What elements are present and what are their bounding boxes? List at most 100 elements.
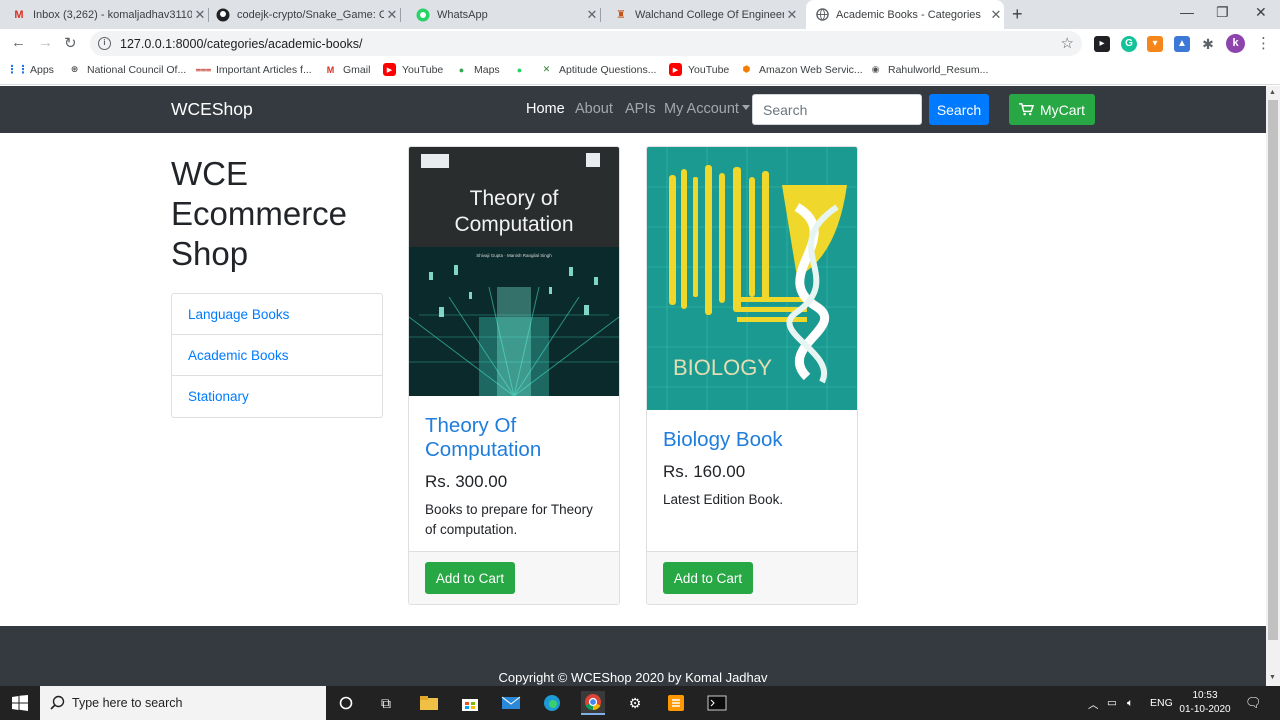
bookmark-apps[interactable]: ⋮⋮ Apps — [7, 63, 54, 77]
minimize-icon[interactable]: — — [1180, 4, 1194, 20]
whatsapp-icon: ● — [516, 64, 523, 75]
forward-icon[interactable]: → — [38, 34, 53, 51]
product-title[interactable]: Theory Of Computation — [425, 414, 603, 462]
edge-icon[interactable] — [540, 691, 564, 715]
windows-start-icon[interactable] — [12, 695, 28, 716]
browser-tab-strip: M Inbox (3,262) - komaljadhav3110 ✕ code… — [0, 0, 1280, 29]
task-view-icon[interactable]: ⧉ — [374, 691, 398, 715]
product-image-toc[interactable]: Theory of Computation Shivaji Gupta · Ma… — [409, 147, 619, 396]
close-icon[interactable]: ✕ — [784, 7, 800, 23]
bookmark-aws[interactable]: ⬢ Amazon Web Servic... — [740, 63, 863, 76]
product-price: Rs. 160.00 — [663, 462, 746, 481]
globe-icon: ◉ — [871, 64, 880, 74]
tab-college[interactable]: ♜ Walchand College Of Engineering ✕ — [614, 0, 800, 29]
bookmark-ncert[interactable]: ⊛ National Council Of... — [68, 63, 187, 76]
add-to-cart-button[interactable]: Add to Cart — [425, 562, 515, 594]
tab-whatsapp[interactable]: WhatsApp ✕ — [416, 0, 601, 29]
cortana-icon[interactable] — [334, 691, 358, 715]
address-bar[interactable]: i 127.0.0.1:8000/categories/academic-boo… — [90, 31, 1082, 56]
chrome-icon[interactable] — [581, 691, 605, 715]
whatsapp-icon — [416, 8, 430, 22]
extensions-puzzle-icon[interactable]: ✱ — [1200, 36, 1216, 52]
product-title[interactable]: Biology Book — [663, 428, 841, 452]
volume-icon[interactable]: 🔈︎ — [1127, 697, 1133, 710]
youtube-icon: ▶ — [383, 63, 396, 76]
bookmark-resume[interactable]: ◉ Rahulworld_Resum... — [869, 63, 989, 76]
terminal-icon[interactable] — [705, 691, 729, 715]
tab-academic-books[interactable]: Academic Books - Categories ✕ — [806, 0, 1004, 29]
site-footer: Copyright © WCEShop 2020 by Komal Jadhav — [0, 626, 1266, 686]
store-icon[interactable] — [458, 691, 482, 715]
product-description: Latest Edition Book. — [663, 492, 784, 507]
mail-icon[interactable] — [499, 691, 523, 715]
close-icon[interactable]: ✕ — [192, 7, 208, 23]
gmail-icon: M — [326, 64, 335, 75]
scroll-up-icon[interactable]: ▲ — [1269, 89, 1276, 96]
grammarly-extension-icon[interactable]: G — [1121, 36, 1137, 52]
close-icon[interactable]: ✕ — [988, 7, 1004, 23]
cover-title: Computation — [454, 213, 573, 236]
nav-about[interactable]: About — [575, 101, 613, 117]
add-to-cart-button[interactable]: Add to Cart — [663, 562, 753, 594]
page-scrollbar[interactable]: ▲ ▼ — [1266, 86, 1280, 686]
reload-icon[interactable]: ↻ — [64, 34, 77, 52]
scroll-down-icon[interactable]: ▼ — [1269, 674, 1276, 681]
notification-icon[interactable]: 🗨︎ — [1245, 695, 1262, 711]
nav-home[interactable]: Home — [526, 101, 565, 117]
tab-gmail[interactable]: M Inbox (3,262) - komaljadhav3110 ✕ — [12, 0, 209, 29]
windows-taskbar: Type here to search ⧉ ⚙ ︿ ▭ 🔈︎ ENG 10:53… — [0, 686, 1280, 720]
bookmark-star-icon[interactable]: ☆ — [1061, 34, 1074, 52]
site-info-icon[interactable]: i — [98, 37, 111, 50]
bookmark-articles[interactable]: ⩶ Important Articles f... — [195, 63, 312, 76]
maps-pin-icon: ● — [458, 64, 465, 75]
product-image-biology[interactable]: BIOLOGY — [647, 147, 857, 410]
site-brand[interactable]: WCEShop — [171, 99, 253, 120]
close-icon[interactable]: ✕ — [384, 7, 400, 23]
product-description: Books to prepare for Theory of computati… — [425, 502, 593, 537]
youtube-icon: ▶ — [669, 63, 682, 76]
close-icon[interactable]: ✕ — [584, 7, 600, 23]
page-heading: WCE Ecommerce Shop — [171, 155, 348, 272]
sublime-icon[interactable] — [664, 691, 688, 715]
extension-icon[interactable]: ▲ — [1174, 36, 1190, 52]
back-icon[interactable]: ← — [11, 34, 26, 51]
taskbar-search-box[interactable]: Type here to search — [40, 686, 326, 720]
tab-github[interactable]: codejk-crypto/Snake_Game: Crea ✕ — [216, 0, 401, 29]
category-stationary[interactable]: Stationary — [172, 376, 382, 417]
settings-gear-icon[interactable]: ⚙ — [623, 691, 647, 715]
cover-title: Theory of — [470, 187, 559, 210]
file-explorer-icon[interactable] — [417, 691, 441, 715]
bookmark-gmail[interactable]: M Gmail — [324, 63, 371, 76]
menu-icon[interactable]: ⋮ — [1256, 34, 1271, 52]
search-input[interactable] — [752, 94, 922, 125]
bookmarks-bar: ⋮⋮ Apps ⊛ National Council Of... ⩶ Importan… — [0, 58, 1280, 85]
taskbar-clock[interactable]: 10:53 01-10-2020 — [1170, 689, 1240, 717]
nav-apis[interactable]: APIs — [625, 101, 656, 117]
category-language-books[interactable]: Language Books — [172, 294, 382, 335]
category-academic-books[interactable]: Academic Books — [172, 335, 382, 376]
bookmark-aptitude[interactable]: ✕ Aptitude Questions... — [540, 63, 657, 76]
bookmark-youtube-2[interactable]: ▶ YouTube — [669, 63, 729, 76]
new-tab-button[interactable]: + — [1012, 4, 1023, 25]
bookmark-maps[interactable]: ● Maps — [455, 63, 500, 76]
bookmark-whatsapp[interactable]: ● — [513, 63, 532, 76]
profile-avatar[interactable]: k — [1226, 34, 1245, 53]
geeks-icon: ⩶ — [195, 64, 212, 74]
terminal-extension-icon[interactable]: ▸ — [1094, 36, 1110, 52]
bookmark-youtube[interactable]: ▶ YouTube — [383, 63, 443, 76]
mycart-button[interactable]: MyCart — [1009, 94, 1095, 125]
tray-chevron-icon[interactable]: ︿ — [1088, 697, 1099, 712]
globe-icon — [815, 8, 829, 22]
tab-title: Walchand College Of Engineering — [635, 8, 784, 21]
close-window-icon[interactable]: ✕ — [1255, 4, 1267, 21]
product-card: Theory of Computation Shivaji Gupta · Ma… — [408, 146, 620, 605]
maximize-icon[interactable]: ❐ — [1216, 4, 1229, 21]
card-footer: Add to Cart — [409, 551, 619, 604]
tab-title: Academic Books - Categories — [836, 8, 981, 21]
metamask-extension-icon[interactable]: ▾ — [1147, 36, 1163, 52]
scrollbar-thumb[interactable] — [1268, 100, 1278, 640]
cover-authors: Shivaji Gupta · Manish Rangilal Singh — [476, 253, 552, 258]
nav-my-account[interactable]: My Account — [664, 101, 750, 117]
search-button[interactable]: Search — [929, 94, 989, 125]
battery-icon[interactable]: ▭ — [1107, 697, 1117, 709]
